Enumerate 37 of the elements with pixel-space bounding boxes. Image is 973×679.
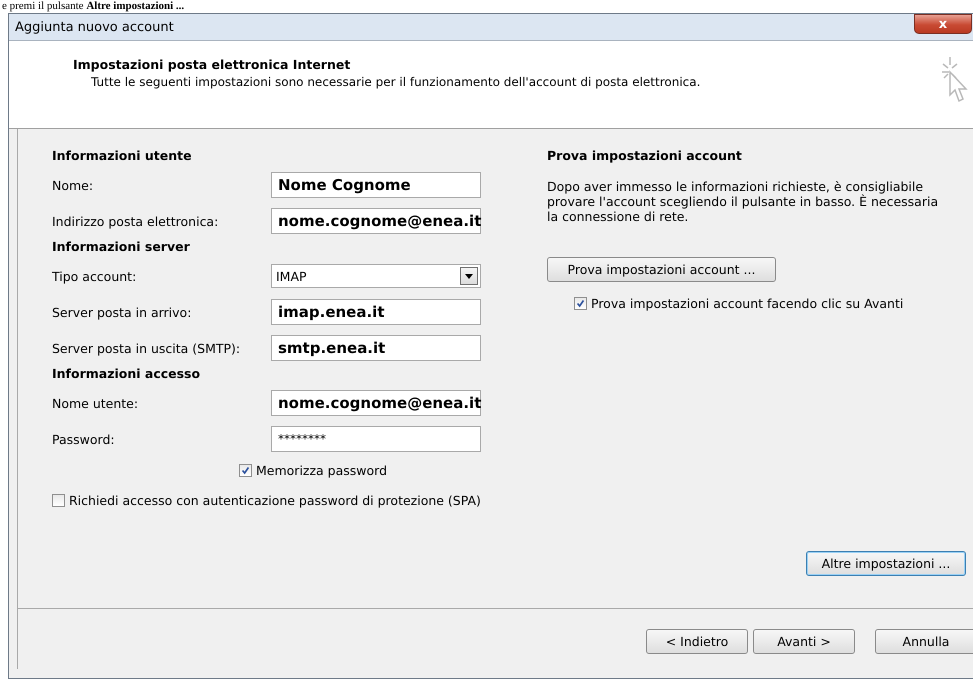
test-settings-button[interactable]: Prova impostazioni account ...: [547, 257, 776, 282]
document-text: e premi il pulsante Altre impostazioni ...: [1, 0, 186, 12]
account-type-dropdown[interactable]: IMAP: [271, 264, 481, 288]
field-label: Tipo account:: [52, 268, 138, 284]
header-subtitle: Tutte le seguenti impostazioni sono necessarie per il funzionamento dell'account di posta elettronica.: [90, 75, 700, 89]
checkbox-label: Richiedi accesso con autenticazione password di protezione (SPA): [69, 493, 481, 509]
field-label: Indirizzo posta elettronica:: [52, 214, 220, 228]
close-button[interactable]: x: [914, 14, 972, 34]
section-heading: Prova impostazioni account: [547, 148, 742, 165]
password-field[interactable]: ********: [271, 426, 481, 452]
checkbox[interactable]: [574, 297, 587, 310]
field-label: Nome:: [52, 178, 94, 192]
more-settings-button[interactable]: Altre impostazioni ...: [806, 551, 966, 576]
checkbox[interactable]: [239, 464, 252, 477]
header-title: Impostazioni posta elettronica Internet: [73, 57, 352, 72]
input-field[interactable]: nome.cognome@enea.it: [271, 208, 481, 234]
checkbox[interactable]: [52, 494, 65, 507]
description-text: Dopo aver immesso le informazioni richieste, è consigliabile provare l'account scegliendo il pulsante in basso. È necessaria la connessione di rete.: [547, 179, 940, 224]
dropdown-value: IMAP: [276, 268, 307, 284]
field-label: Server posta in uscita (SMTP):: [52, 340, 242, 356]
section-heading: Informazioni accesso: [52, 366, 202, 383]
field-label: Password:: [52, 432, 116, 446]
field-label: Server posta in arrivo:: [52, 304, 192, 320]
wizard-button[interactable]: Annulla: [875, 629, 973, 654]
wizard-button[interactable]: < Indietro: [646, 629, 748, 654]
input-field[interactable]: imap.enea.it: [271, 299, 481, 325]
checkbox-label: Memorizza password: [256, 463, 388, 479]
field-label: Nome utente:: [52, 396, 140, 410]
cursor-sparkle-icon: [940, 55, 970, 103]
input-field[interactable]: nome.cognome@enea.it: [271, 390, 481, 416]
wizard-button[interactable]: Avanti >: [753, 629, 855, 654]
section-heading: Informazioni utente: [52, 148, 193, 165]
checkbox-label: Prova impostazioni account facendo clic su Avanti: [591, 296, 904, 312]
section-heading: Informazioni server: [52, 239, 191, 256]
input-field[interactable]: Nome Cognome: [271, 172, 481, 198]
input-field[interactable]: smtp.enea.it: [271, 335, 481, 361]
window-title: Aggiunta nuovo account: [15, 20, 174, 34]
